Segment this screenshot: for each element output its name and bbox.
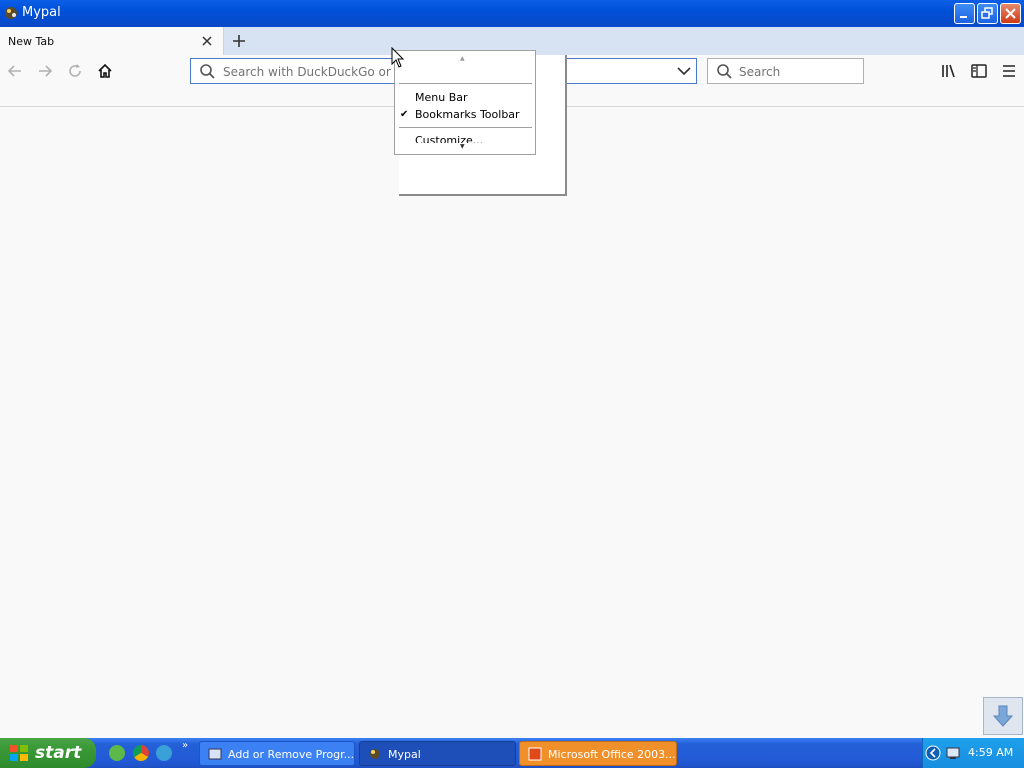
system-tray: 4:59 AM [922,738,1024,768]
tab-close-icon[interactable] [200,34,214,48]
control-panel-icon [208,748,222,760]
search-icon [717,64,732,79]
menu-item-bookmarks-toolbar[interactable]: Bookmarks Toolbar [415,108,520,121]
browser-quicklaunch-icon[interactable] [156,745,172,761]
menu-item-menu-bar[interactable]: Menu Bar [415,91,468,104]
window-titlebar[interactable]: Mypal [0,0,1024,27]
taskbar-button-label: Add or Remove Progr... [228,748,355,761]
menu-separator [399,83,532,84]
taskbar-button-ms-office[interactable]: Microsoft Office 2003... [519,741,677,766]
taskbar-button-label: Microsoft Office 2003... [548,748,676,761]
hamburger-menu-icon[interactable] [1000,62,1018,80]
minimize-button[interactable] [954,3,975,24]
start-button[interactable]: start [0,738,96,768]
tray-expand-icon[interactable] [925,745,941,761]
menu-item-customize[interactable]: Customize... [415,134,483,143]
office-installer-icon [528,747,542,761]
restore-icon [981,7,993,19]
library-icon[interactable] [940,62,958,80]
mouse-cursor-icon [391,47,405,68]
quicklaunch-app-icon[interactable] [109,745,125,761]
close-button[interactable] [1000,3,1021,24]
reload-icon[interactable] [66,62,84,80]
new-tab-plus-icon[interactable] [231,33,247,49]
start-label: start [35,743,82,763]
tab-new-tab[interactable]: New Tab [0,27,224,55]
windows-flag-icon [10,745,28,761]
quicklaunch-chevron-icon[interactable]: » [182,740,188,751]
search-icon [200,64,215,79]
check-icon: ✔ [400,109,409,120]
download-arrow-button[interactable] [983,697,1023,735]
taskbar-button-add-remove[interactable]: Add or Remove Progr... [199,741,355,766]
chevron-down-icon[interactable] [677,65,691,77]
network-icon[interactable] [945,745,961,761]
search-placeholder: Search [739,65,781,79]
back-arrow-icon[interactable] [6,62,24,80]
toolbar-context-menu: ▲ Menu Bar ✔ Bookmarks Toolbar Customize… [394,50,536,155]
menu-separator [399,127,532,128]
clock: 4:59 AM [968,746,1014,759]
scroll-down-arrow-icon[interactable]: ▼ [460,143,465,150]
mypal-icon [370,749,380,759]
sidebar-icon[interactable] [970,62,988,80]
restore-button[interactable] [977,3,998,24]
forward-arrow-icon[interactable] [36,62,54,80]
mypal-icon [5,7,17,19]
url-bar-placeholder: Search with DuckDuckGo or e [223,65,403,79]
taskbar-button-label: Mypal [388,748,421,761]
close-icon [1005,8,1016,19]
scroll-up-arrow-icon[interactable]: ▲ [460,55,465,62]
home-icon[interactable] [96,62,114,80]
minimize-icon [960,16,967,18]
taskbar: start » Add or Remove Progr... Mypal Mic… [0,738,1024,768]
taskbar-button-mypal[interactable]: Mypal [359,741,516,766]
down-arrow-icon [992,705,1014,727]
window-title: Mypal [22,5,61,20]
tab-label: New Tab [8,35,55,48]
search-field[interactable]: Search [707,58,864,84]
chrome-icon[interactable] [133,745,149,761]
